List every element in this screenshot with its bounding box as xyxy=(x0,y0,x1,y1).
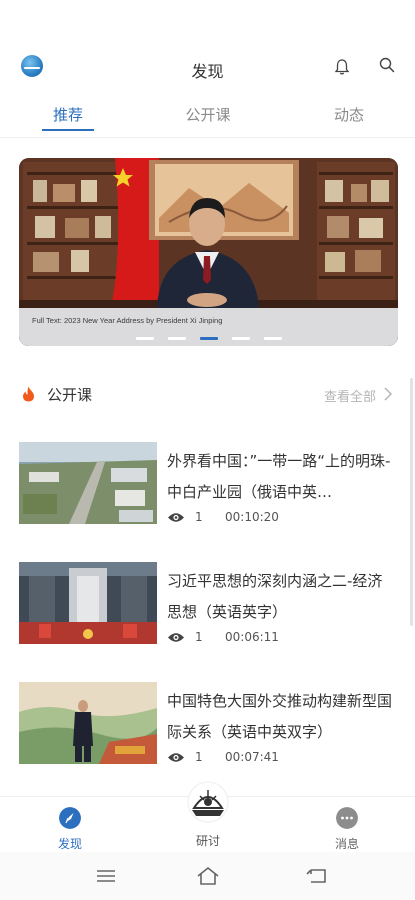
bell-icon[interactable] xyxy=(333,58,351,76)
course-item[interactable]: 外界看中国：”一带一路“上的明珠-中白产业园（俄语中英… 1 00:10:20 xyxy=(0,442,415,538)
active-tab-indicator xyxy=(42,129,94,131)
home-icon[interactable] xyxy=(196,866,220,886)
carousel-dot[interactable] xyxy=(167,337,186,340)
course-title[interactable]: 中国特色大国外交推动构建新型国际关系（英语中英双字） xyxy=(167,686,395,748)
tabs-divider xyxy=(0,137,415,138)
section-title: 公开课 xyxy=(47,386,93,404)
nav-label-seminar[interactable]: 研讨 xyxy=(168,832,248,849)
view-count: 1 xyxy=(195,750,203,764)
view-count: 1 xyxy=(195,510,203,524)
page-title: 发现 xyxy=(191,62,224,81)
nav-label: 发现 xyxy=(57,837,82,851)
see-all-link[interactable]: 查看全部 xyxy=(324,386,376,405)
app-header: 发现 xyxy=(0,0,415,90)
carousel-dot-active[interactable] xyxy=(199,337,218,340)
course-thumbnail xyxy=(19,442,157,524)
course-item[interactable]: 中国特色大国外交推动构建新型国际关系（英语中英双字） 1 00:07:41 xyxy=(0,682,415,778)
back-icon[interactable] xyxy=(305,866,329,886)
seminar-emblem-icon[interactable] xyxy=(180,780,236,824)
video-duration: 00:07:41 xyxy=(225,750,279,764)
open-course-section-header: 公开课 查看全部 xyxy=(0,382,415,408)
top-tabs: 推荐 公开课 动态 xyxy=(0,104,415,138)
nav-messages[interactable]: 消息 xyxy=(307,797,387,853)
video-duration: 00:10:20 xyxy=(225,510,279,524)
scrollbar[interactable] xyxy=(410,378,413,626)
menu-icon[interactable] xyxy=(94,866,118,886)
tab-recommend[interactable]: 推荐 xyxy=(23,104,113,125)
carousel-dot[interactable] xyxy=(263,337,282,340)
compass-icon xyxy=(59,807,81,829)
banner-caption-bar xyxy=(19,308,398,346)
course-title[interactable]: 习近平思想的深刻内涵之二-经济思想（英语英字） xyxy=(167,566,395,628)
nav-discover[interactable]: 发现 xyxy=(30,797,110,853)
course-title[interactable]: 外界看中国：”一带一路“上的明珠-中白产业园（俄语中英… xyxy=(167,446,395,508)
course-thumbnail xyxy=(19,682,157,764)
search-icon[interactable] xyxy=(378,56,396,74)
eye-icon xyxy=(168,633,184,642)
chat-bubble-icon xyxy=(336,807,358,829)
eye-icon xyxy=(168,753,184,762)
flame-icon xyxy=(23,386,34,402)
course-item[interactable]: 习近平思想的深刻内涵之二-经济思想（英语英字） 1 00:06:11 xyxy=(0,562,415,658)
tab-open-courses[interactable]: 公开课 xyxy=(163,104,253,125)
banner-carousel[interactable]: Full Text: 2023 New Year Address by Pres… xyxy=(19,158,398,346)
chevron-right-icon[interactable] xyxy=(383,387,393,401)
nav-label: 消息 xyxy=(334,837,359,851)
video-duration: 00:06:11 xyxy=(225,630,279,644)
tab-updates[interactable]: 动态 xyxy=(304,104,394,125)
carousel-dot[interactable] xyxy=(231,337,250,340)
course-thumbnail xyxy=(19,562,157,644)
view-count: 1 xyxy=(195,630,203,644)
eye-icon xyxy=(168,513,184,522)
system-nav-bar xyxy=(0,852,415,900)
carousel-indicator xyxy=(19,337,398,340)
banner-caption: Full Text: 2023 New Year Address by Pres… xyxy=(32,316,223,325)
carousel-dot[interactable] xyxy=(135,337,154,340)
